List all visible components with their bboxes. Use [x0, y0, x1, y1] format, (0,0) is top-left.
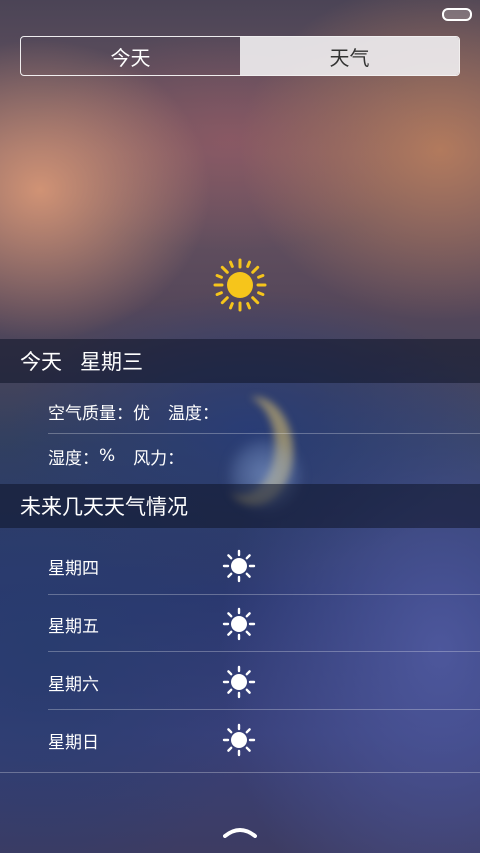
today-weekday: 星期三	[80, 350, 143, 374]
humidity-wind-row: 湿度： % 风力：	[48, 432, 480, 480]
sun-icon	[213, 258, 267, 312]
sun-icon	[222, 607, 256, 641]
forecast-header: 未来几天天气情况	[0, 484, 480, 528]
forecast-weekday: 星期六	[48, 674, 99, 695]
chevron-up-icon[interactable]	[223, 826, 257, 838]
air-quality-label: 空气质量：	[48, 403, 133, 424]
divider	[48, 651, 480, 652]
forecast-weekday: 星期日	[48, 732, 99, 753]
divider	[48, 709, 480, 710]
forecast-row: 星期日	[0, 711, 480, 769]
air-quality-value: 优	[133, 403, 150, 424]
today-label: 今天	[20, 350, 62, 374]
tab-weather[interactable]: 天气	[240, 37, 459, 75]
wind-label: 风力：	[133, 448, 185, 469]
sun-icon	[222, 723, 256, 757]
tab-switcher: 今天 天气	[20, 36, 460, 76]
forecast-row: 星期六	[0, 653, 480, 711]
tab-today[interactable]: 今天	[21, 37, 240, 75]
sun-icon	[222, 549, 256, 583]
forecast-weekday: 星期五	[48, 616, 99, 637]
air-temp-row: 空气质量： 优 温度：	[48, 387, 480, 435]
humidity-label: 湿度：	[48, 448, 99, 469]
forecast-weekday: 星期四	[48, 558, 99, 579]
temperature-label: 温度：	[168, 403, 219, 424]
sun-icon	[222, 665, 256, 699]
forecast-row: 星期五	[0, 595, 480, 653]
divider	[0, 772, 480, 773]
humidity-value: %	[99, 446, 116, 466]
today-header: 今天 星期三	[0, 339, 480, 383]
battery-icon	[442, 8, 472, 21]
forecast-row: 星期四	[0, 537, 480, 595]
